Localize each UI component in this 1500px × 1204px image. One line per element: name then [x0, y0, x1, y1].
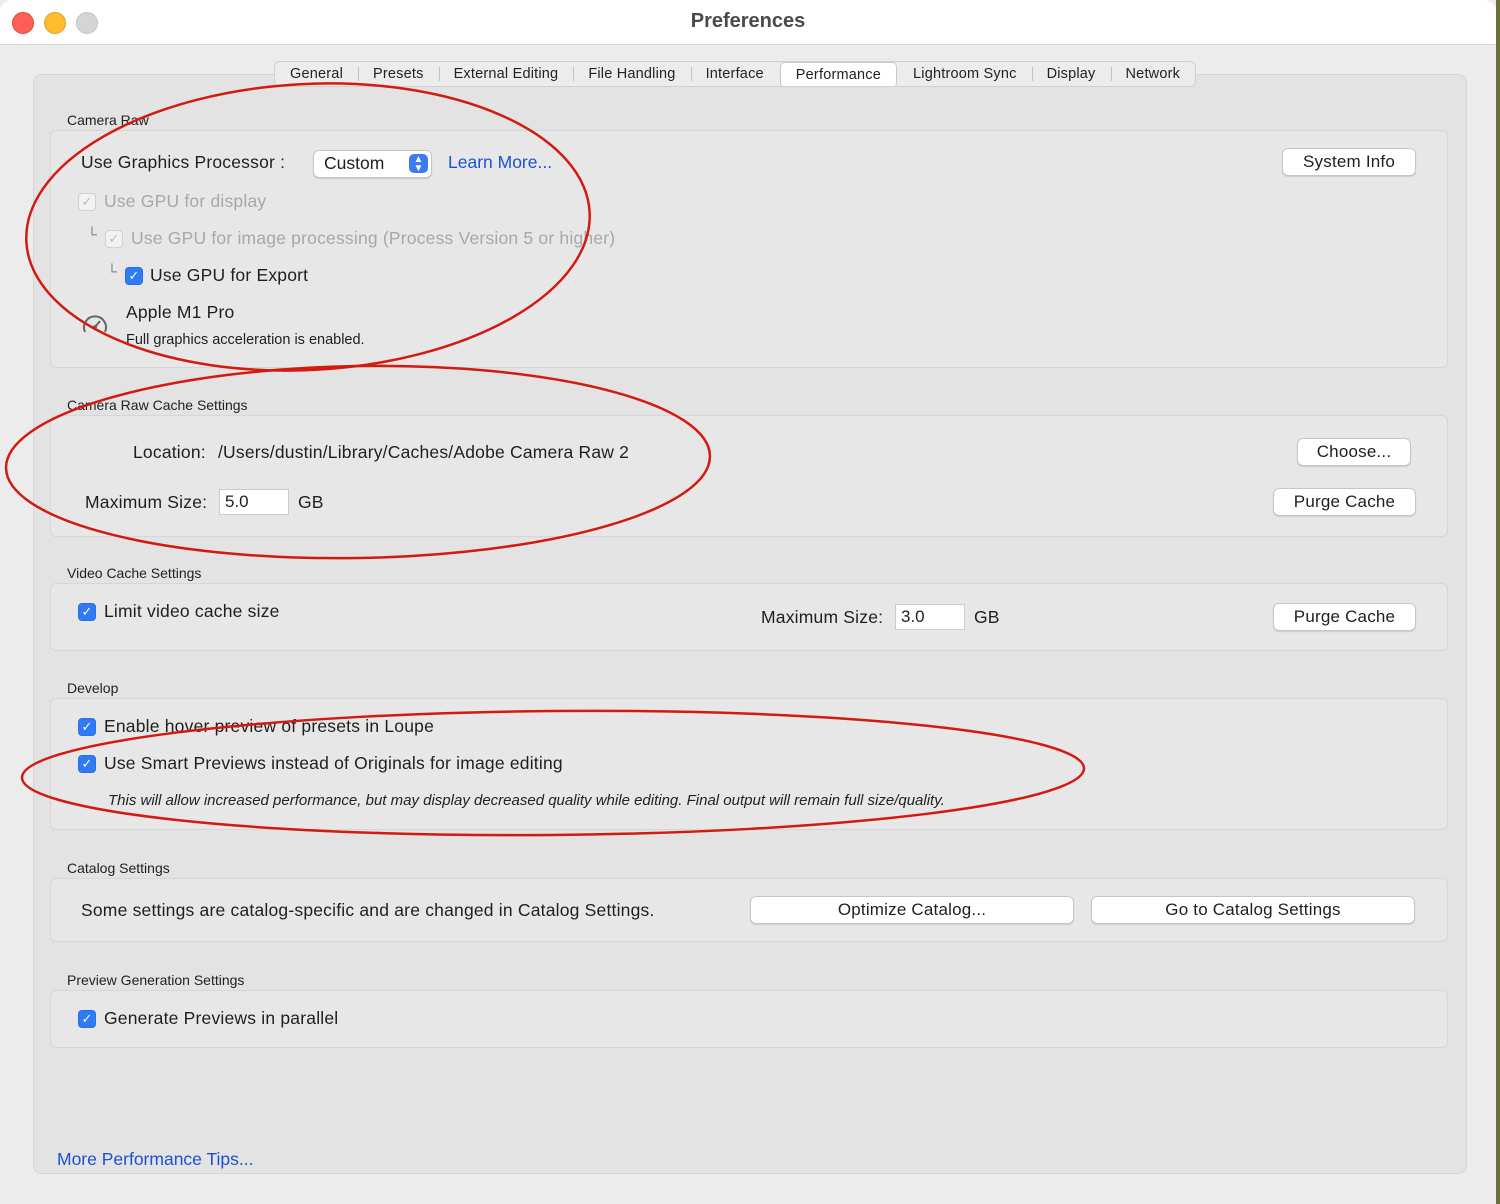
- camera-raw-section-label: Camera Raw: [67, 112, 149, 128]
- tab-display[interactable]: Display: [1031, 62, 1111, 86]
- gpu-processor-label: Use Graphics Processor :: [81, 152, 286, 172]
- video-max-size-field[interactable]: 3.0: [895, 604, 965, 630]
- smart-previews-checkbox[interactable]: ✓: [78, 755, 96, 773]
- more-performance-tips-link[interactable]: More Performance Tips...: [57, 1149, 253, 1170]
- speedometer-icon: [83, 315, 107, 333]
- cache-max-size-label: Maximum Size:: [85, 492, 208, 512]
- catalog-section-label: Catalog Settings: [67, 860, 170, 876]
- generate-previews-parallel-label: Generate Previews in parallel: [104, 1008, 339, 1028]
- hover-preview-checkbox[interactable]: ✓: [78, 718, 96, 736]
- learn-more-link[interactable]: Learn More...: [448, 152, 552, 173]
- preview-generation-section-label: Preview Generation Settings: [67, 972, 245, 988]
- preferences-tab-bar: General Presets External Editing File Ha…: [274, 61, 1197, 87]
- limit-video-cache-checkbox[interactable]: ✓: [78, 603, 96, 621]
- use-gpu-export-label: Use GPU for Export: [150, 265, 309, 285]
- catalog-description: Some settings are catalog-specific and a…: [81, 900, 655, 920]
- cache-max-size-field[interactable]: 5.0: [219, 489, 289, 515]
- purge-video-cache-button[interactable]: Purge Cache: [1273, 603, 1416, 631]
- window-title: Preferences: [690, 10, 806, 32]
- use-gpu-display-label: Use GPU for display: [104, 191, 267, 211]
- cache-location-value: /Users/dustin/Library/Caches/Adobe Camer…: [218, 442, 630, 462]
- use-gpu-export-checkbox[interactable]: ✓: [125, 267, 143, 285]
- tab-performance[interactable]: Performance: [779, 62, 898, 86]
- tab-network[interactable]: Network: [1110, 62, 1196, 86]
- cache-size-unit: GB: [298, 492, 324, 512]
- video-max-size-label: Maximum Size:: [761, 607, 884, 627]
- camera-raw-cache-group: [50, 415, 1448, 537]
- cache-location-label: Location:: [133, 442, 206, 462]
- hover-preview-label: Enable hover preview of presets in Loupe: [104, 716, 435, 736]
- tab-external-editing[interactable]: External Editing: [438, 62, 574, 86]
- video-size-unit: GB: [974, 607, 1000, 627]
- gpu-processor-popup[interactable]: Custom ▲ ▼: [313, 150, 432, 178]
- go-to-catalog-settings-button[interactable]: Go to Catalog Settings: [1091, 896, 1415, 924]
- use-gpu-processing-checkbox[interactable]: ✓: [105, 230, 123, 248]
- tab-lightroom-sync[interactable]: Lightroom Sync: [898, 62, 1032, 86]
- purge-camera-raw-cache-button[interactable]: Purge Cache: [1273, 488, 1416, 516]
- develop-section-label: Develop: [67, 680, 119, 696]
- tab-file-handling[interactable]: File Handling: [573, 62, 690, 86]
- preferences-window: Preferences General Presets External Edi…: [0, 0, 1497, 1204]
- generate-previews-parallel-checkbox[interactable]: ✓: [78, 1010, 96, 1028]
- popup-arrows-icon: ▲ ▼: [409, 154, 428, 174]
- use-gpu-display-checkbox[interactable]: ✓: [78, 193, 96, 211]
- tree-connector-icon: └: [107, 263, 117, 279]
- use-gpu-processing-label: Use GPU for image processing (Process Ve…: [131, 228, 616, 248]
- tab-general[interactable]: General: [275, 62, 358, 86]
- camera-raw-cache-section-label: Camera Raw Cache Settings: [67, 397, 248, 413]
- video-cache-section-label: Video Cache Settings: [67, 565, 202, 581]
- tree-connector-icon: └: [87, 226, 97, 242]
- gpu-name: Apple M1 Pro: [126, 302, 235, 322]
- system-info-button[interactable]: System Info: [1282, 148, 1416, 176]
- title-bar[interactable]: Preferences: [0, 0, 1496, 45]
- smart-previews-note: This will allow increased performance, b…: [108, 792, 945, 809]
- choose-location-button[interactable]: Choose...: [1297, 438, 1411, 466]
- tab-presets[interactable]: Presets: [358, 62, 439, 86]
- desktop-background: [1496, 0, 1500, 1204]
- gpu-status-text: Full graphics acceleration is enabled.: [126, 332, 365, 348]
- optimize-catalog-button[interactable]: Optimize Catalog...: [750, 896, 1074, 924]
- tab-interface[interactable]: Interface: [690, 62, 779, 86]
- limit-video-cache-label: Limit video cache size: [104, 601, 280, 621]
- gpu-processor-value: Custom: [324, 153, 385, 173]
- smart-previews-label: Use Smart Previews instead of Originals …: [104, 753, 563, 773]
